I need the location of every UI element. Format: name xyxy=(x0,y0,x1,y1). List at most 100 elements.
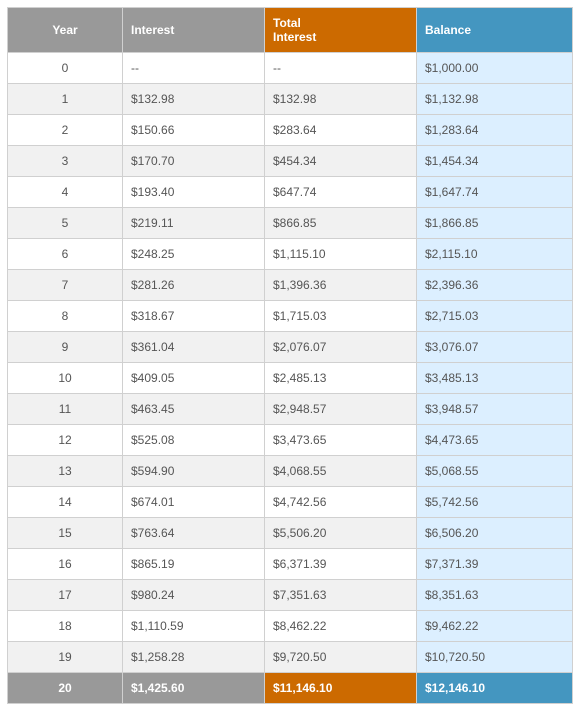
balance-cell: $10,720.50 xyxy=(416,641,573,673)
interest-cell: $525.08 xyxy=(122,424,265,456)
year-cell: 19 xyxy=(7,641,123,673)
header-row: Year Interest Total Interest Balance xyxy=(7,7,573,53)
total-interest-cell: $3,473.65 xyxy=(264,424,417,456)
interest-cell: $674.01 xyxy=(122,486,265,518)
table-row: 16 $865.19 $6,371.39 $7,371.39 xyxy=(7,548,573,580)
total-interest-cell: $9,720.50 xyxy=(264,641,417,673)
balance-cell: $8,351.63 xyxy=(416,579,573,611)
total-interest-cell: $2,485.13 xyxy=(264,362,417,394)
balance-cell: $9,462.22 xyxy=(416,610,573,642)
year-cell: 10 xyxy=(7,362,123,394)
interest-cell: $1,425.60 xyxy=(122,672,265,704)
header-total-interest: Total Interest xyxy=(264,7,417,53)
balance-cell: $3,948.57 xyxy=(416,393,573,425)
year-cell: 20 xyxy=(7,672,123,704)
year-cell: 15 xyxy=(7,517,123,549)
year-cell: 18 xyxy=(7,610,123,642)
year-cell: 6 xyxy=(7,238,123,270)
total-interest-cell: $2,948.57 xyxy=(264,393,417,425)
total-interest-cell: $6,371.39 xyxy=(264,548,417,580)
table-row: 15 $763.64 $5,506.20 $6,506.20 xyxy=(7,517,573,549)
interest-cell: $361.04 xyxy=(122,331,265,363)
year-cell: 1 xyxy=(7,83,123,115)
year-cell: 9 xyxy=(7,331,123,363)
balance-cell: $1,866.85 xyxy=(416,207,573,239)
year-cell: 11 xyxy=(7,393,123,425)
table-row: 18 $1,110.59 $8,462.22 $9,462.22 xyxy=(7,610,573,642)
interest-cell: $248.25 xyxy=(122,238,265,270)
total-interest-cell: $7,351.63 xyxy=(264,579,417,611)
interest-cell: $594.90 xyxy=(122,455,265,487)
year-cell: 2 xyxy=(7,114,123,146)
table-row: 12 $525.08 $3,473.65 $4,473.65 xyxy=(7,424,573,456)
interest-cell: -- xyxy=(122,52,265,84)
table-row: 14 $674.01 $4,742.56 $5,742.56 xyxy=(7,486,573,518)
total-interest-cell: $8,462.22 xyxy=(264,610,417,642)
interest-cell: $980.24 xyxy=(122,579,265,611)
table-row: 4 $193.40 $647.74 $1,647.74 xyxy=(7,176,573,208)
balance-cell: $1,132.98 xyxy=(416,83,573,115)
year-cell: 5 xyxy=(7,207,123,239)
balance-cell: $2,115.10 xyxy=(416,238,573,270)
year-cell: 17 xyxy=(7,579,123,611)
interest-cell: $409.05 xyxy=(122,362,265,394)
interest-cell: $281.26 xyxy=(122,269,265,301)
total-interest-cell: $5,506.20 xyxy=(264,517,417,549)
interest-cell: $865.19 xyxy=(122,548,265,580)
table-row: 9 $361.04 $2,076.07 $3,076.07 xyxy=(7,331,573,363)
balance-cell: $4,473.65 xyxy=(416,424,573,456)
table-row: 10 $409.05 $2,485.13 $3,485.13 xyxy=(7,362,573,394)
header-balance: Balance xyxy=(416,7,573,53)
balance-cell: $1,647.74 xyxy=(416,176,573,208)
interest-cell: $318.67 xyxy=(122,300,265,332)
balance-cell: $2,396.36 xyxy=(416,269,573,301)
total-interest-cell: $1,715.03 xyxy=(264,300,417,332)
table-row: 6 $248.25 $1,115.10 $2,115.10 xyxy=(7,238,573,270)
table-row: 1 $132.98 $132.98 $1,132.98 xyxy=(7,83,573,115)
table-row: 13 $594.90 $4,068.55 $5,068.55 xyxy=(7,455,573,487)
total-interest-cell: $4,068.55 xyxy=(264,455,417,487)
table-row: 11 $463.45 $2,948.57 $3,948.57 xyxy=(7,393,573,425)
table-row: 8 $318.67 $1,715.03 $2,715.03 xyxy=(7,300,573,332)
total-interest-cell: $1,396.36 xyxy=(264,269,417,301)
interest-cell: $170.70 xyxy=(122,145,265,177)
year-cell: 3 xyxy=(7,145,123,177)
interest-cell: $1,110.59 xyxy=(122,610,265,642)
balance-cell: $12,146.10 xyxy=(416,672,573,704)
year-cell: 12 xyxy=(7,424,123,456)
balance-cell: $5,742.56 xyxy=(416,486,573,518)
table-row: 3 $170.70 $454.34 $1,454.34 xyxy=(7,145,573,177)
total-interest-cell: $4,742.56 xyxy=(264,486,417,518)
table-row: 0 -- -- $1,000.00 xyxy=(7,52,573,84)
balance-cell: $1,283.64 xyxy=(416,114,573,146)
table-row: 17 $980.24 $7,351.63 $8,351.63 xyxy=(7,579,573,611)
interest-cell: $132.98 xyxy=(122,83,265,115)
table-row: 2 $150.66 $283.64 $1,283.64 xyxy=(7,114,573,146)
interest-schedule-table: Year Interest Total Interest Balance 0 -- -… xyxy=(7,7,573,704)
balance-cell: $7,371.39 xyxy=(416,548,573,580)
total-interest-cell: $283.64 xyxy=(264,114,417,146)
total-interest-cell: $454.34 xyxy=(264,145,417,177)
interest-cell: $193.40 xyxy=(122,176,265,208)
total-interest-cell: $132.98 xyxy=(264,83,417,115)
year-cell: 4 xyxy=(7,176,123,208)
header-interest: Interest xyxy=(122,7,265,53)
total-interest-cell: $2,076.07 xyxy=(264,331,417,363)
total-interest-cell: $1,115.10 xyxy=(264,238,417,270)
interest-cell: $219.11 xyxy=(122,207,265,239)
table-row: 7 $281.26 $1,396.36 $2,396.36 xyxy=(7,269,573,301)
balance-cell: $6,506.20 xyxy=(416,517,573,549)
year-cell: 13 xyxy=(7,455,123,487)
year-cell: 8 xyxy=(7,300,123,332)
balance-cell: $1,454.34 xyxy=(416,145,573,177)
total-interest-cell: $11,146.10 xyxy=(264,672,417,704)
table-row: 19 $1,258.28 $9,720.50 $10,720.50 xyxy=(7,641,573,673)
year-cell: 16 xyxy=(7,548,123,580)
table-row: 5 $219.11 $866.85 $1,866.85 xyxy=(7,207,573,239)
year-cell: 7 xyxy=(7,269,123,301)
interest-cell: $463.45 xyxy=(122,393,265,425)
year-cell: 0 xyxy=(7,52,123,84)
total-interest-cell: -- xyxy=(264,52,417,84)
balance-cell: $3,485.13 xyxy=(416,362,573,394)
year-cell: 14 xyxy=(7,486,123,518)
